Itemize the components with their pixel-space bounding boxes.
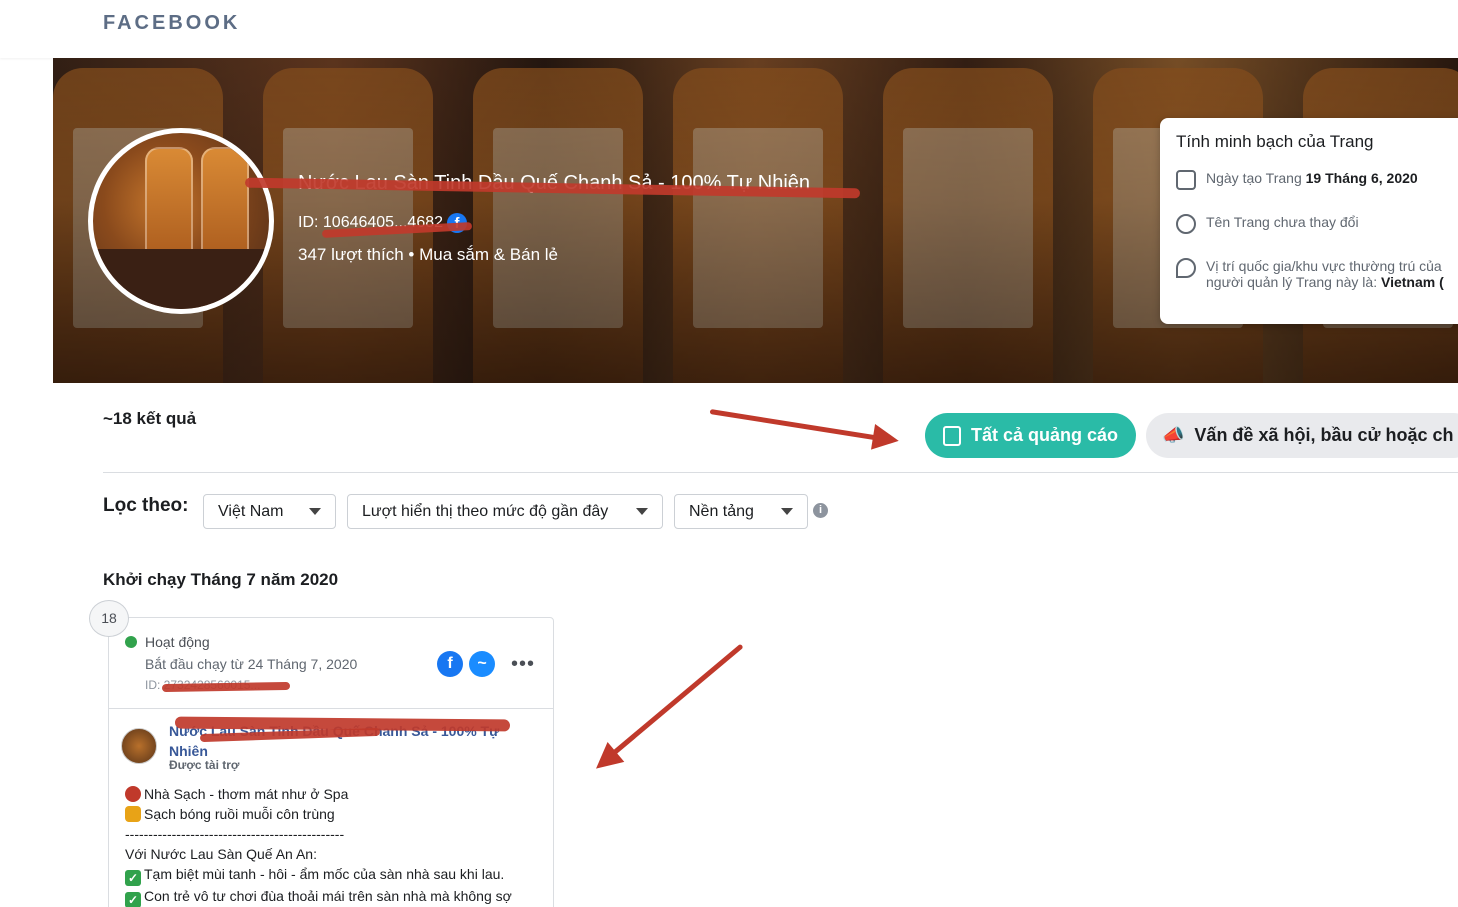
ad-line: Sạch bóng ruồi muỗi côn trùng	[125, 804, 545, 824]
megaphone-icon: 📣	[1162, 425, 1185, 445]
top-bar: FACEBOOK	[0, 0, 1458, 58]
social-issues-ads-button[interactable]: 📣 Vấn đề xã hội, bầu cử hoặc ch	[1146, 413, 1458, 458]
history-icon	[1176, 214, 1196, 234]
page-root: FACEBOOK Nước Lau Sàn Tinh Dầu Quế Chanh…	[0, 0, 1458, 907]
more-options-icon[interactable]: •••	[511, 653, 535, 676]
ad-count-badge: 18	[89, 600, 129, 637]
facebook-icon: f	[437, 651, 463, 677]
ad-start-date: Bắt đầu chạy từ 24 Tháng 7, 2020	[145, 656, 358, 672]
section-title: Khởi chạy Tháng 7 năm 2020	[103, 570, 339, 589]
check-icon: ✓	[125, 870, 141, 886]
all-ads-button[interactable]: Tất cả quảng cáo	[925, 413, 1136, 458]
results-count: ~18 kết quả	[103, 409, 197, 428]
ad-line: ----------------------------------------…	[125, 826, 345, 842]
ad-body-text: Nhà Sạch - thơm mát như ở Spa Sạch bóng …	[125, 784, 545, 907]
platform-dropdown[interactable]: Nền tảng	[674, 494, 808, 529]
flag-icon	[1176, 170, 1196, 190]
active-dot-icon	[125, 636, 137, 648]
filter-label: Lọc theo:	[103, 495, 189, 516]
book-icon	[943, 425, 961, 446]
page-avatar[interactable]	[88, 128, 274, 314]
check-icon: ✓	[125, 892, 141, 907]
facebook-logo[interactable]: FACEBOOK	[103, 12, 240, 35]
hand-pointing-icon	[125, 806, 141, 822]
ad-line: ✓ Con trẻ vô tư chơi đùa thoải mái trên s…	[125, 886, 545, 907]
caret-down-icon	[636, 508, 648, 515]
transparency-title: Tính minh bạch của Trang	[1176, 132, 1374, 151]
info-icon[interactable]: i	[813, 503, 828, 518]
divider	[103, 472, 1458, 473]
annotation-arrow	[598, 643, 744, 767]
sponsored-label: Được tài trợ	[169, 758, 240, 772]
ad-line: Với Nước Lau Sàn Quế An An:	[125, 846, 317, 862]
ad-line: ✓ Tạm biệt mùi tanh - hôi - ẩm mốc của sà…	[125, 864, 545, 886]
sort-dropdown[interactable]: Lượt hiển thị theo mức độ gần đây	[347, 494, 663, 529]
ad-card: Hoạt động Bắt đầu chạy từ 24 Tháng 7, 20…	[108, 617, 554, 907]
ad-status: Hoạt động	[125, 634, 210, 650]
ad-line: Nhà Sạch - thơm mát như ở Spa	[125, 784, 545, 804]
name-change-row: Tên Trang chưa thay đổi	[1176, 214, 1458, 234]
messenger-icon: ~	[469, 651, 495, 677]
annotation-arrow	[709, 409, 894, 443]
page-transparency-card: Tính minh bạch của Trang Ngày tạo Trang …	[1160, 118, 1458, 324]
country-dropdown[interactable]: Việt Nam	[203, 494, 336, 529]
caret-down-icon	[781, 508, 793, 515]
created-date-row: Ngày tạo Trang 19 Tháng 6, 2020	[1176, 170, 1458, 190]
platform-icons: f ~ •••	[437, 651, 535, 677]
page-likes-category: 347 lượt thích • Mua sắm & Bán lẻ	[298, 245, 558, 264]
caret-down-icon	[309, 508, 321, 515]
location-pin-icon	[1176, 258, 1196, 278]
ad-page-avatar[interactable]	[121, 728, 157, 764]
sun-icon	[125, 786, 141, 802]
location-row: Vị trí quốc gia/khu vực thường trú của n…	[1176, 258, 1458, 290]
